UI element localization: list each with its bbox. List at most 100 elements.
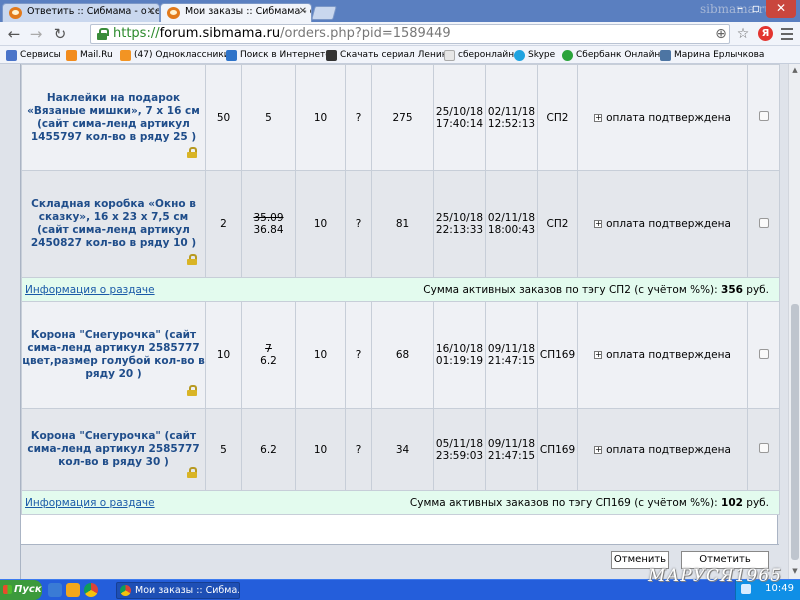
back-icon[interactable]: ←: [4, 24, 24, 44]
folder-quicklaunch-icon[interactable]: [66, 583, 80, 597]
quantity-cell: 50: [205, 64, 242, 171]
row-checkbox[interactable]: [758, 348, 769, 359]
page-icon: [444, 50, 455, 61]
item-name-cell: Корона "Снегурочка" (сайт сима-ленд арти…: [21, 408, 206, 491]
bookmark-vk[interactable]: Марина Ерлычкова: [660, 48, 764, 62]
vertical-scrollbar[interactable]: ▲ ▼: [788, 64, 800, 579]
select-cell: [747, 408, 780, 491]
summary-row: Информация о раздаче Сумма активных зака…: [21, 277, 780, 302]
zoom-icon[interactable]: ⊕: [712, 24, 730, 44]
close-window-icon[interactable]: ✕: [766, 0, 796, 18]
sum-cell: 81: [371, 170, 434, 278]
time: 22:13:33: [435, 224, 484, 236]
unknown-cell: ?: [345, 64, 372, 171]
status-cell: + оплата подтверждена: [577, 408, 748, 491]
ie-quicklaunch-icon[interactable]: [48, 583, 62, 597]
summary-unit: руб.: [746, 496, 769, 509]
bookmark-label: Марина Ерлычкова: [674, 50, 765, 60]
updated-date-cell: 09/11/18 21:47:15: [485, 301, 538, 409]
ok-icon: [120, 50, 131, 61]
apps-icon: [6, 50, 17, 61]
scroll-down-icon[interactable]: ▼: [791, 567, 799, 577]
expand-icon[interactable]: +: [594, 113, 603, 122]
maximize-icon[interactable]: ▫: [750, 0, 762, 18]
summary-label: Сумма активных заказов по тэгу СП169 (с …: [409, 496, 718, 509]
summary-value: 102: [721, 496, 743, 509]
status-cell: + оплата подтверждена: [577, 64, 748, 171]
bookmarks-bar: Сервисы Mail.Ru (47) Одноклассники Поиск…: [0, 46, 800, 64]
summary-label: Сумма активных заказов по тэгу СП2 (с уч…: [423, 283, 718, 296]
tab-my-orders[interactable]: Мои заказы :: Сибмама - о ✕: [160, 3, 312, 22]
bookmark-label: Mail.Ru: [80, 50, 113, 60]
price: 36.84: [253, 224, 284, 236]
bookmark-sberbank[interactable]: Сбербанк Онлайн: [562, 48, 660, 62]
bookmark-search-web[interactable]: Поиск в Интернете: [226, 48, 331, 62]
orders-content: Наклейки на подарок «Вязаные мишки», 7 х…: [20, 64, 780, 579]
row-checkbox[interactable]: [758, 443, 769, 453]
bookmark-odnoklassniki[interactable]: (47) Одноклассники: [120, 48, 230, 62]
expand-icon[interactable]: +: [594, 351, 603, 359]
price-cell: 35.09 36.84: [241, 170, 296, 278]
lock-icon: [187, 467, 197, 478]
lock-icon: [187, 254, 197, 265]
bookmark-download-series[interactable]: Скачать сериал Ленин: [326, 48, 448, 62]
bookmark-mailru[interactable]: Mail.Ru: [66, 48, 113, 62]
time: 21:47:15: [487, 355, 536, 367]
bookmark-star-icon[interactable]: ☆: [734, 24, 752, 44]
date: 02/11/18: [487, 212, 536, 224]
tab-title: Мои заказы :: Сибмама - о: [185, 6, 312, 17]
distribution-info-link[interactable]: Информация о раздаче: [25, 497, 155, 509]
expand-icon[interactable]: +: [594, 445, 603, 454]
sum-cell: 275: [371, 64, 434, 171]
expand-icon[interactable]: +: [594, 220, 603, 228]
close-tab-icon[interactable]: ✕: [147, 6, 155, 17]
reload-icon[interactable]: ↻: [50, 24, 70, 44]
value-cell: 10: [295, 408, 346, 491]
tag-cell: СП169: [537, 408, 578, 491]
page-viewport: Наклейки на подарок «Вязаные мишки», 7 х…: [0, 64, 788, 579]
time: 01:19:19: [435, 355, 484, 367]
yandex-extension-icon[interactable]: Я: [758, 26, 773, 41]
quantity-cell: 2: [205, 170, 242, 278]
bookmark-label: Skype: [528, 50, 556, 60]
price: 6.2: [260, 355, 277, 367]
bookmark-sberonline[interactable]: сберонлайн: [444, 48, 514, 62]
chrome-quicklaunch-icon[interactable]: [84, 583, 98, 597]
bookmark-skype[interactable]: Skype: [514, 48, 555, 62]
bookmark-label: Сервисы: [20, 50, 61, 60]
created-date-cell: 16/10/18 01:19:19: [433, 301, 486, 409]
distribution-info-link[interactable]: Информация о раздаче: [25, 284, 155, 296]
address-bar[interactable]: https://forum.sibmama.ru/orders.php?pid=…: [90, 24, 730, 44]
summary-cell: Информация о раздаче Сумма активных зака…: [21, 490, 780, 515]
orders-table: Наклейки на подарок «Вязаные мишки», 7 х…: [21, 64, 780, 515]
status-cell: + оплата подтверждена: [577, 301, 748, 409]
price-cell: 7 6.2: [241, 301, 296, 409]
row-checkbox[interactable]: [758, 217, 769, 228]
close-tab-icon[interactable]: ✕: [299, 6, 307, 17]
time: 17:40:14: [435, 117, 484, 130]
taskbar-window-chrome[interactable]: Мои заказы :: Сибма...: [116, 582, 240, 599]
signature-watermark: МАРУСЯ1965: [648, 566, 783, 586]
tab-strip: Ответить :: Сибмама - о се ✕ Мои заказы …: [0, 0, 800, 22]
table-row: Складная коробка «Окно в сказку», 16 х 2…: [21, 170, 780, 278]
new-tab-button[interactable]: [311, 6, 337, 20]
forward-icon[interactable]: →: [26, 24, 46, 44]
start-button[interactable]: Пуск: [0, 580, 42, 600]
row-checkbox[interactable]: [758, 111, 769, 121]
bookmark-label: Скачать сериал Ленин: [340, 50, 448, 60]
quantity-cell: 10: [205, 301, 242, 409]
price: 5: [265, 111, 272, 124]
tab-reply[interactable]: Ответить :: Сибмама - о се ✕: [2, 3, 160, 22]
bookmark-services[interactable]: Сервисы: [6, 48, 61, 62]
scroll-up-icon[interactable]: ▲: [791, 66, 799, 76]
price-cell: 5: [241, 64, 296, 171]
menu-icon[interactable]: [780, 25, 794, 41]
item-name-cell: Складная коробка «Окно в сказку», 16 х 2…: [21, 170, 206, 278]
tag-cell: СП2: [537, 64, 578, 171]
created-date-cell: 25/10/18 17:40:14: [433, 64, 486, 171]
minimize-icon[interactable]: –: [734, 0, 746, 18]
date: 09/11/18: [487, 343, 536, 355]
item-name: Корона "Снегурочка" (сайт сима-ленд арти…: [22, 329, 205, 380]
time: 21:47:15: [487, 449, 536, 462]
scroll-thumb[interactable]: [791, 304, 799, 560]
